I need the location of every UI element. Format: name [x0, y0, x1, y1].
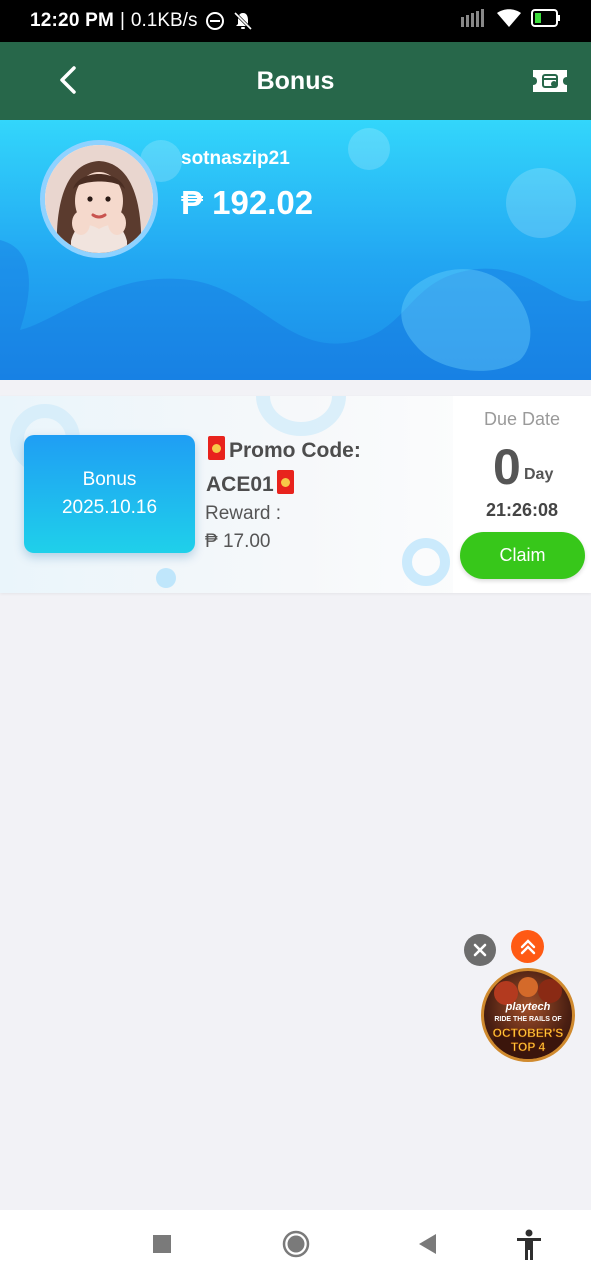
decor-ring	[402, 538, 450, 586]
reward-label: Reward :	[205, 503, 282, 524]
balance: ₱ 192.02	[181, 184, 314, 221]
close-float-button[interactable]	[464, 934, 496, 966]
home-button[interactable]	[282, 1230, 310, 1258]
ad-headline: OCTOBER'S	[492, 1026, 564, 1040]
avatar	[40, 140, 158, 258]
page-title: Bonus	[256, 67, 335, 95]
status-time: 12:20 PM	[30, 10, 114, 31]
ticket-button[interactable]	[531, 66, 569, 96]
red-envelope-icon	[276, 470, 294, 494]
username: sotnaszip21	[181, 148, 290, 169]
battery-icon	[531, 9, 561, 33]
due-date-label: Due Date	[483, 409, 561, 429]
status-net-speed: 0.1KB/s	[130, 10, 198, 31]
red-envelope-icon	[208, 436, 225, 460]
dnd-icon	[205, 11, 225, 31]
system-nav-bar	[0, 1210, 591, 1280]
wifi-icon	[497, 9, 521, 33]
accessibility-icon	[517, 1229, 541, 1260]
decor-bubble	[348, 128, 390, 170]
back-triangle-icon	[419, 1234, 436, 1254]
status-right-icons	[461, 9, 561, 33]
double-chevron-up-icon	[520, 938, 535, 954]
due-days: 0	[493, 439, 521, 495]
avatar-image	[45, 145, 153, 253]
accessibility-button[interactable]	[514, 1228, 544, 1262]
signal-icon	[461, 9, 487, 33]
decor-ring	[256, 396, 346, 436]
status-bar: 12:20 PM | 0.1KB/s	[0, 0, 591, 42]
promo-code-label: Promo Code:	[229, 439, 361, 462]
home-circle-icon	[282, 1230, 310, 1258]
bonus-tile-date: 2025.10.16	[61, 497, 158, 518]
bonus-tile: Bonus 2025.10.16	[24, 435, 195, 553]
reward-value: ₱ 17.00	[205, 531, 271, 552]
claim-button[interactable]: Claim	[460, 532, 585, 579]
bonus-tile-title: Bonus	[82, 469, 137, 490]
profile-banner: sotnaszip21 ₱ 192.02	[0, 120, 591, 380]
promo-code-value: ACE01	[206, 473, 274, 496]
promo-code-block: Promo Code: ACE01	[206, 434, 406, 502]
app-header: Bonus	[0, 42, 591, 120]
floating-promo-ad[interactable]: playtech RIDE THE RAILS OF OCTOBER'S TOP…	[481, 968, 575, 1062]
recents-button[interactable]	[150, 1232, 174, 1256]
decor-dot	[156, 568, 176, 588]
close-icon	[473, 943, 487, 957]
due-time: 21:26:08	[485, 500, 559, 520]
nav-back-button[interactable]	[415, 1232, 439, 1256]
recents-square-icon	[153, 1235, 171, 1253]
scroll-top-button[interactable]	[511, 930, 544, 963]
ad-tagline: RIDE THE RAILS OF	[494, 1016, 562, 1023]
ad-subheadline: TOP 4	[510, 1040, 546, 1054]
due-unit: Day	[524, 466, 554, 483]
ad-brand: playtech	[505, 1001, 551, 1013]
bell-off-icon	[233, 11, 253, 31]
status-separator: |	[119, 10, 125, 31]
ticket-icon	[533, 70, 567, 92]
